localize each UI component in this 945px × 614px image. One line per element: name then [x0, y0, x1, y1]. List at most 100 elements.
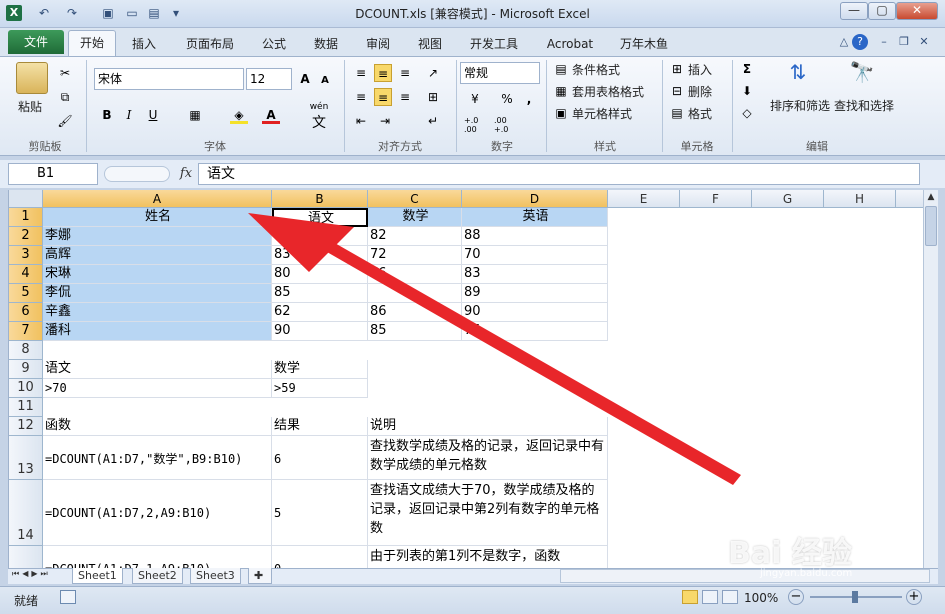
tab-home[interactable]: 开始	[68, 30, 116, 57]
minimize-button[interactable]: —	[840, 2, 868, 20]
cell-a4[interactable]: 宋琳	[43, 265, 272, 284]
align-bottom-icon[interactable]: ≡	[396, 64, 414, 82]
bold-button[interactable]: B	[98, 106, 116, 124]
cell-styles-button[interactable]: 单元格样式	[572, 105, 632, 122]
row-header[interactable]: 2	[9, 227, 43, 246]
cell-c4[interactable]: 76	[368, 265, 462, 284]
cut-icon[interactable]: ✂	[56, 64, 74, 82]
align-middle-icon[interactable]: ≡	[374, 64, 392, 82]
column-header-g[interactable]: G	[752, 190, 824, 208]
cell-a7[interactable]: 潘科	[43, 322, 272, 341]
sheet-tab-1[interactable]: Sheet1	[72, 568, 123, 584]
select-all-button[interactable]	[9, 190, 43, 208]
percent-button[interactable]: %	[498, 90, 516, 108]
cell-b3[interactable]: 83	[272, 246, 368, 265]
cell-b5[interactable]: 85	[272, 284, 368, 303]
cell-a12[interactable]: 函数	[43, 417, 272, 436]
phonetic-guide-icon[interactable]: wén 文	[304, 102, 334, 132]
tab-data[interactable]: 数据	[306, 34, 346, 54]
tab-wannian[interactable]: 万年木鱼	[612, 34, 676, 54]
vertical-scrollbar[interactable]: ▲	[923, 190, 938, 568]
page-layout-view-icon[interactable]	[702, 590, 718, 604]
paste-icon[interactable]	[16, 62, 48, 94]
increase-decimal-button[interactable]: +.0 .00	[464, 116, 488, 134]
cell-c15[interactable]: 由于列表的第1列不是数字，函数	[368, 546, 608, 568]
cell-b6[interactable]: 62	[272, 303, 368, 322]
doc-restore-icon[interactable]: ❐	[896, 34, 912, 50]
autosum-button[interactable]: Σ	[738, 60, 756, 78]
cell-b1-active[interactable]: 语文	[272, 208, 368, 227]
comma-style-button[interactable]: ,	[520, 90, 538, 108]
cell-c6[interactable]: 86	[368, 303, 462, 322]
page-break-view-icon[interactable]	[722, 590, 738, 604]
tab-file[interactable]: 文件	[8, 30, 64, 54]
row-header[interactable]: 1	[9, 208, 43, 227]
doc-close-icon[interactable]: ✕	[916, 34, 932, 50]
sort-filter-icon[interactable]: ⇅	[784, 60, 812, 90]
column-header-a[interactable]: A	[43, 190, 272, 208]
cell-d4[interactable]: 83	[462, 265, 608, 284]
cell-b12[interactable]: 结果	[272, 417, 368, 436]
format-cells-button[interactable]: 格式	[688, 105, 712, 122]
name-box[interactable]: B1	[8, 163, 98, 185]
scroll-up-icon[interactable]: ▲	[924, 190, 938, 204]
row-header[interactable]: 9	[9, 360, 43, 379]
tab-formulas[interactable]: 公式	[254, 34, 294, 54]
cell-c5[interactable]	[368, 284, 462, 303]
cell-b10[interactable]: >59	[272, 379, 368, 398]
sort-filter-button[interactable]: 排序和筛选	[770, 97, 830, 114]
cell-c14[interactable]: 查找语文成绩大于70，数学成绩及格的记录，返回记录中第2列有数字的单元格数	[368, 480, 608, 546]
cell-d2[interactable]: 88	[462, 227, 608, 246]
cell-a13[interactable]: =DCOUNT(A1:D7,"数学",B9:B10)	[43, 436, 272, 480]
zoom-in-icon[interactable]: +	[906, 589, 922, 605]
border-icon[interactable]: ▦	[186, 106, 204, 124]
cell-c12[interactable]: 说明	[368, 417, 608, 436]
cell-a3[interactable]: 高辉	[43, 246, 272, 265]
find-select-button[interactable]: 查找和选择	[834, 97, 894, 114]
currency-icon[interactable]: ¥	[466, 90, 484, 108]
formula-input[interactable]: 语文	[198, 163, 920, 185]
fill-icon[interactable]: ⬇	[738, 82, 756, 100]
find-select-icon[interactable]: 🔭	[848, 60, 876, 90]
close-button[interactable]: ✕	[896, 2, 938, 20]
tab-developer[interactable]: 开发工具	[462, 34, 526, 54]
cell-a14[interactable]: =DCOUNT(A1:D7,2,A9:B10)	[43, 480, 272, 546]
cell-b13[interactable]: 6	[272, 436, 368, 480]
cell-d7[interactable]: 75	[462, 322, 608, 341]
cell-b15[interactable]: 0	[272, 546, 368, 568]
zoom-slider-thumb[interactable]	[852, 591, 858, 603]
cell-a6[interactable]: 辛鑫	[43, 303, 272, 322]
orientation-icon[interactable]: ↗	[424, 64, 442, 82]
row-header[interactable]: 15	[9, 546, 43, 568]
font-name-select[interactable]: 宋体	[94, 68, 244, 90]
row-header[interactable]: 11	[9, 398, 43, 417]
align-left-icon[interactable]: ≡	[352, 88, 370, 106]
decrease-decimal-button[interactable]: .00 +.0	[494, 116, 518, 134]
fill-color-icon[interactable]: ◈	[230, 106, 248, 124]
sheet-tab-2[interactable]: Sheet2	[132, 568, 183, 584]
insert-function-button[interactable]: fx	[176, 163, 196, 185]
normal-view-icon[interactable]	[682, 590, 698, 604]
font-size-select[interactable]: 12	[246, 68, 292, 90]
formula-bar-splitter[interactable]	[104, 166, 170, 182]
column-header-h[interactable]: H	[824, 190, 896, 208]
row-header[interactable]: 5	[9, 284, 43, 303]
font-color-icon[interactable]: A	[262, 106, 280, 124]
row-header[interactable]: 13	[9, 436, 43, 480]
row-header[interactable]: 14	[9, 480, 43, 546]
doc-minimize-icon[interactable]: –	[876, 34, 892, 50]
sheet-nav-icons[interactable]: ⏮◀▶⏭	[12, 569, 51, 579]
cell-a1[interactable]: 姓名	[43, 208, 272, 227]
cell-b9[interactable]: 数学	[272, 360, 368, 379]
cell-a15[interactable]: =DCOUNT(A1:D7,1,A9:B10)	[43, 546, 272, 568]
align-right-icon[interactable]: ≡	[396, 88, 414, 106]
column-header-c[interactable]: C	[368, 190, 462, 208]
increase-indent-icon[interactable]: ⇥	[376, 112, 394, 130]
tab-page-layout[interactable]: 页面布局	[178, 34, 242, 54]
format-as-table-button[interactable]: 套用表格格式	[572, 83, 644, 100]
tab-insert[interactable]: 插入	[124, 34, 164, 54]
cell-a2[interactable]: 李娜	[43, 227, 272, 246]
cell-d5[interactable]: 89	[462, 284, 608, 303]
cell-a10[interactable]: >70	[43, 379, 272, 398]
grow-font-icon[interactable]: A	[296, 70, 314, 88]
